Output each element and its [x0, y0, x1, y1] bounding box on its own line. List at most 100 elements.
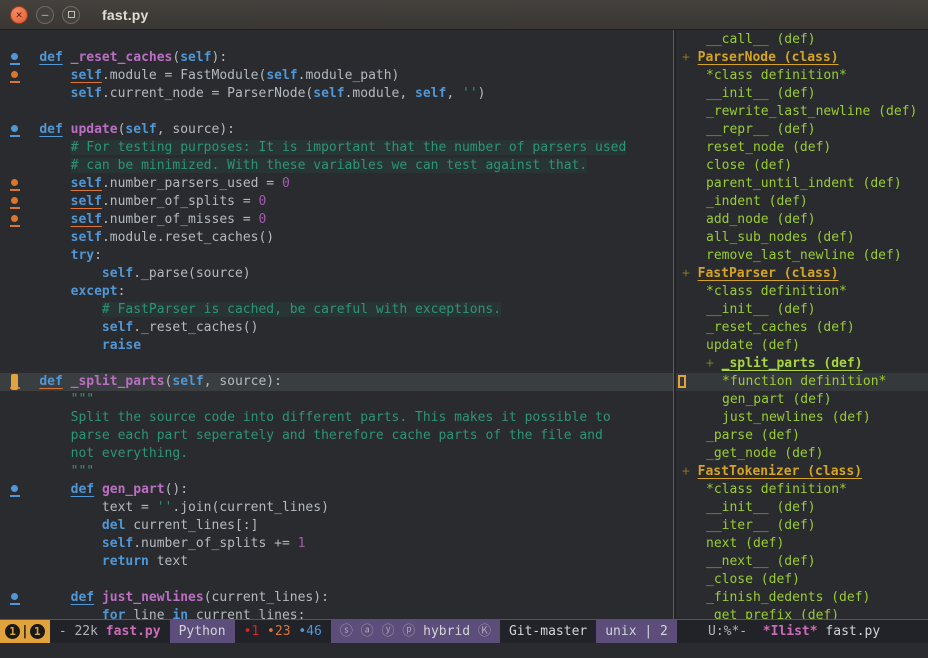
- code-line[interactable]: def just_newlines(current_lines):: [0, 589, 673, 607]
- code-token: just_newlines: [102, 590, 204, 605]
- code-line[interactable]: self.number_of_misses = 0: [0, 211, 673, 229]
- code-token: [8, 140, 71, 155]
- code-line[interactable]: [0, 571, 673, 589]
- outline-item[interactable]: _indent (def): [676, 193, 928, 211]
- fold-plus-icon[interactable]: +: [706, 356, 722, 371]
- code-line[interactable]: def _split_parts(self, source):: [0, 373, 673, 391]
- outline-item[interactable]: *class definition*: [676, 67, 928, 85]
- outline-item[interactable]: + ParserNode (class): [676, 49, 928, 67]
- outline-item[interactable]: remove_last_newline (def): [676, 247, 928, 265]
- code-line[interactable]: def gen_part():: [0, 481, 673, 499]
- outline-item[interactable]: _reset_caches (def): [676, 319, 928, 337]
- outline-item[interactable]: next (def): [676, 535, 928, 553]
- outline-item[interactable]: __init__ (def): [676, 499, 928, 517]
- outline-item[interactable]: _get_node (def): [676, 445, 928, 463]
- outline-item[interactable]: all_sub_nodes (def): [676, 229, 928, 247]
- code-line[interactable]: self.current_node = ParserNode(self.modu…: [0, 85, 673, 103]
- outline-item[interactable]: gen_part (def): [676, 391, 928, 409]
- outline-item[interactable]: __repr__ (def): [676, 121, 928, 139]
- echo-area[interactable]: [0, 643, 928, 658]
- modeline-segment-minor-modes[interactable]: ⓢ ⓐ ⓨ ⓟ hybrid Ⓚ: [331, 620, 500, 643]
- outline-item[interactable]: just_newlines (def): [676, 409, 928, 427]
- outline-item[interactable]: _get_prefix (def): [676, 607, 928, 619]
- outline-item[interactable]: *function definition*: [676, 373, 928, 391]
- outline-item[interactable]: add_node (def): [676, 211, 928, 229]
- outline-item[interactable]: __next__ (def): [676, 553, 928, 571]
- code-token: _split_parts: [71, 374, 165, 389]
- outline-item[interactable]: + FastParser (class): [676, 265, 928, 283]
- code-line[interactable]: self._parse(source): [0, 265, 673, 283]
- code-pane[interactable]: def _reset_caches(self): self.module = F…: [0, 30, 673, 619]
- code-line[interactable]: def update(self, source):: [0, 121, 673, 139]
- outline-item[interactable]: _rewrite_last_newline (def): [676, 103, 928, 121]
- outline-item[interactable]: _close (def): [676, 571, 928, 589]
- outline-item[interactable]: update (def): [676, 337, 928, 355]
- code-line[interactable]: def _reset_caches(self):: [0, 49, 673, 67]
- outline-item[interactable]: __iter__ (def): [676, 517, 928, 535]
- code-token: .module,: [345, 86, 415, 101]
- code-line[interactable]: del current_lines[:]: [0, 517, 673, 535]
- code-line[interactable]: not everything.: [0, 445, 673, 463]
- modeline-segment-buffer-info[interactable]: - 22k fast.py: [50, 620, 170, 643]
- code-line[interactable]: self.number_of_splits += 1: [0, 535, 673, 553]
- fold-plus-icon[interactable]: +: [682, 50, 698, 65]
- titlebar[interactable]: ✕ – fast.py: [0, 0, 928, 30]
- code-token: self: [71, 194, 102, 209]
- close-button[interactable]: ✕: [10, 6, 28, 24]
- outline-item[interactable]: *class definition*: [676, 481, 928, 499]
- code-line[interactable]: """: [0, 463, 673, 481]
- code-line[interactable]: self.module.reset_caches(): [0, 229, 673, 247]
- code-line[interactable]: [0, 355, 673, 373]
- outline-item[interactable]: + FastTokenizer (class): [676, 463, 928, 481]
- code-line[interactable]: raise: [0, 337, 673, 355]
- fold-plus-icon[interactable]: +: [682, 266, 698, 281]
- code-token: [8, 392, 71, 407]
- code-line[interactable]: self._reset_caches(): [0, 319, 673, 337]
- code-line[interactable]: parse each part seperately and therefore…: [0, 427, 673, 445]
- minimize-button[interactable]: –: [36, 6, 54, 24]
- code-line[interactable]: [0, 103, 673, 121]
- outline-item-label: __init__ (def): [706, 302, 816, 317]
- code-line[interactable]: return text: [0, 553, 673, 571]
- outline-item[interactable]: __init__ (def): [676, 85, 928, 103]
- outline-item[interactable]: __call__ (def): [676, 31, 928, 49]
- code-line[interactable]: # For testing purposes: It is important …: [0, 139, 673, 157]
- outline-item-label: _get_prefix (def): [706, 608, 839, 619]
- outline-item[interactable]: *class definition*: [676, 283, 928, 301]
- code-line[interactable]: # FastParser is cached, be careful with …: [0, 301, 673, 319]
- modeline-segment-flycheck-counts[interactable]: •1 •23 •46: [235, 620, 331, 643]
- code-line[interactable]: # can be minimized. With these variables…: [0, 157, 673, 175]
- code-line[interactable]: try:: [0, 247, 673, 265]
- code-token: self: [313, 86, 344, 101]
- code-token: [8, 158, 71, 173]
- code-line[interactable]: self.number_parsers_used = 0: [0, 175, 673, 193]
- modeline-segment-git-branch[interactable]: Git-master: [500, 620, 596, 643]
- code-line[interactable]: """: [0, 391, 673, 409]
- code-line[interactable]: except:: [0, 283, 673, 301]
- outline-item[interactable]: __init__ (def): [676, 301, 928, 319]
- code-token: self: [71, 230, 102, 245]
- outline-item[interactable]: _finish_dedents (def): [676, 589, 928, 607]
- outline-item[interactable]: + _split_parts (def): [676, 355, 928, 373]
- modeline-text: [259, 624, 267, 639]
- code-line[interactable]: for line in current_lines:: [0, 607, 673, 619]
- code-line[interactable]: self.module = FastModule(self.module_pat…: [0, 67, 673, 85]
- outline-item-label: FastParser (class): [698, 266, 839, 281]
- code-token: current_lines[:]: [125, 518, 258, 533]
- code-line[interactable]: Split the source code into different par…: [0, 409, 673, 427]
- imenu-outline-pane[interactable]: __call__ (def)+ ParserNode (class)*class…: [676, 30, 928, 619]
- modeline-segment-major-mode[interactable]: Python: [170, 620, 235, 643]
- code-line[interactable]: self.number_of_splits = 0: [0, 193, 673, 211]
- code-line[interactable]: [0, 31, 673, 49]
- modeline-segment-encoding[interactable]: unix | 2: [596, 620, 677, 643]
- code-token: # FastParser is cached, be careful with …: [102, 302, 501, 317]
- outline-item[interactable]: close (def): [676, 157, 928, 175]
- modeline-right-window[interactable]: U:%*- *Ilist* fast.py: [700, 620, 928, 643]
- fold-plus-icon[interactable]: +: [682, 464, 698, 479]
- code-line[interactable]: text = ''.join(current_lines): [0, 499, 673, 517]
- outline-item[interactable]: parent_until_indent (def): [676, 175, 928, 193]
- outline-item[interactable]: reset_node (def): [676, 139, 928, 157]
- outline-item[interactable]: _parse (def): [676, 427, 928, 445]
- maximize-button[interactable]: [62, 6, 80, 24]
- modeline-segment-window-numbers[interactable]: 1|1: [0, 620, 50, 643]
